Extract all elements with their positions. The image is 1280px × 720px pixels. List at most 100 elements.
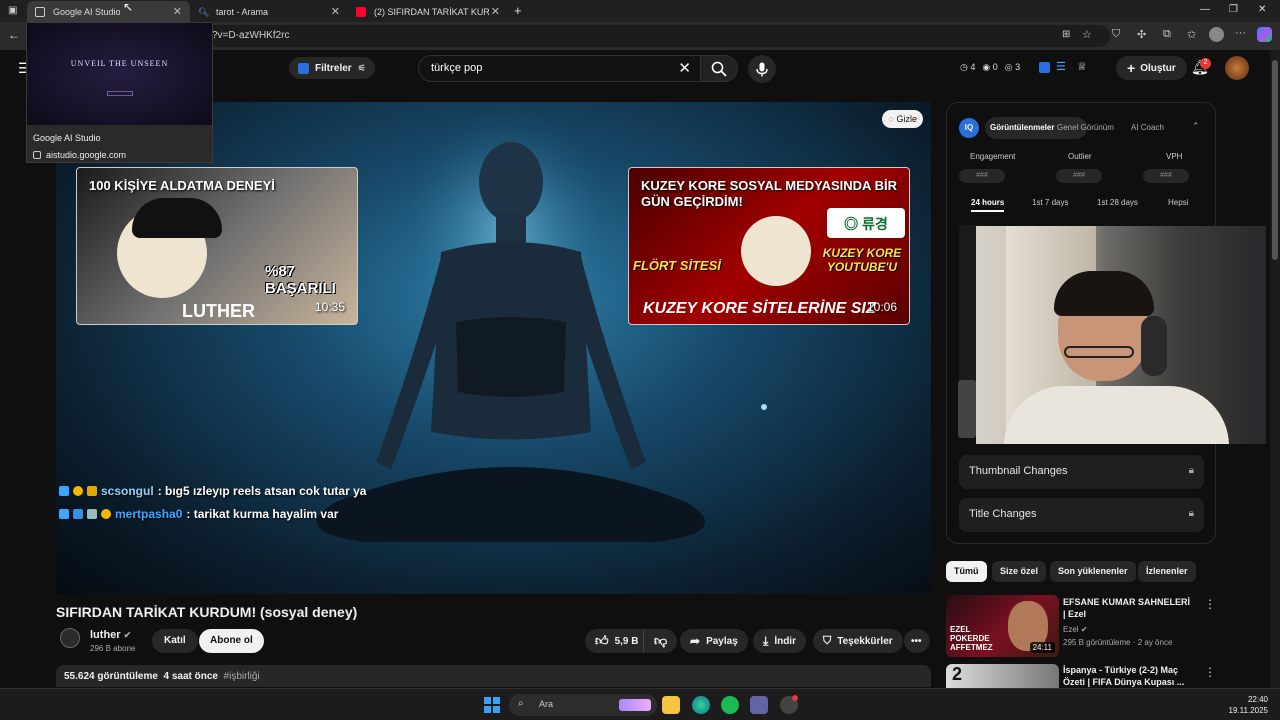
thumbs-down-icon: 👎︎ <box>654 633 668 648</box>
video-player[interactable]: 100 KİŞİYE ALDATMA DENEYİ %87 BAŞARILI L… <box>56 102 931 594</box>
title-changes-locked[interactable]: Title Changes 🔒︎ <box>959 498 1204 532</box>
thumbnail-text: 2 <box>952 664 963 684</box>
maximize-icon[interactable]: ❐ <box>1229 4 1238 15</box>
close-window-icon[interactable]: ✕ <box>1258 4 1266 15</box>
search-icon <box>711 61 727 77</box>
teams-icon[interactable] <box>750 696 768 714</box>
chip-for-you[interactable]: Size özel <box>992 561 1047 582</box>
hide-endcards-button[interactable]: ◌ Gizle <box>882 110 923 128</box>
verified-check-icon: ✔ <box>123 630 132 640</box>
tab-google-ai-studio[interactable]: Google AI Studio ✕ <box>27 1 190 22</box>
endcard-left-text: FLÖRT SİTESİ <box>633 258 721 273</box>
share-label: Paylaş <box>706 635 738 647</box>
collapse-chevron-icon[interactable]: ⌃ <box>1192 121 1200 132</box>
range-24h[interactable]: 24 hours <box>971 198 1005 212</box>
voice-search-button[interactable] <box>748 55 776 83</box>
close-tab-icon[interactable]: ✕ <box>331 5 340 18</box>
channel-name[interactable]: luther ✔ <box>90 629 131 641</box>
favorite-star-icon[interactable]: ☆ <box>1082 28 1092 41</box>
extension-icon[interactable]: ✣ <box>1137 28 1146 41</box>
file-explorer-icon[interactable] <box>662 696 680 714</box>
more-actions-button[interactable]: ••• <box>904 629 930 653</box>
related-video-thumbnail[interactable]: EZEL POKERDE AFFETMEZ 24:11 <box>946 595 1059 657</box>
filters-button[interactable]: Filtreler ⚟ <box>289 57 375 79</box>
tab-tarot-search[interactable]: 🔍︎ tarot - Arama ✕ <box>190 1 348 22</box>
endcard-duration: 10:35 <box>314 300 345 314</box>
ai-studio-favicon-icon <box>35 6 45 17</box>
hashtag[interactable]: #işbirliği <box>224 671 260 682</box>
vidiq-panel-logo-icon: IQ <box>959 118 979 138</box>
endcard-right-text: KUZEY KORE YOUTUBE'U <box>822 246 902 274</box>
list-icon[interactable]: ☰ <box>1056 60 1066 73</box>
app-icon[interactable]: ⊞ <box>1062 29 1070 40</box>
range-all[interactable]: Hepsi <box>1168 198 1188 207</box>
more-menu-icon[interactable]: ··· <box>1235 27 1246 39</box>
metric-vph-label: VPH <box>1166 152 1183 161</box>
vidiq-logo-icon[interactable] <box>1039 62 1050 73</box>
chat-message-2: mertpasha0 : tarikat kurma hayalim var <box>59 507 338 521</box>
trophy-icon[interactable]: ♕ <box>1077 60 1087 73</box>
channel-avatar[interactable] <box>60 628 80 648</box>
download-icon: ⤓ <box>763 633 769 648</box>
related-title[interactable]: EFSANE KUMAR SAHNELERİ | Ezel <box>1063 596 1193 620</box>
tab-ai-coach[interactable]: AI Coach <box>1131 123 1164 132</box>
related-channel[interactable]: Ezel ✔ <box>1063 625 1088 634</box>
search-button[interactable] <box>700 55 738 82</box>
search-input[interactable]: türkçe pop ✕ <box>418 55 702 82</box>
more-vert-icon[interactable]: ⋮ <box>1204 665 1216 679</box>
tab-youtube-video[interactable]: (2) SIFIRDAN TARİKAT KURDUM! (sos ✕ <box>348 1 508 22</box>
favorites-icon[interactable]: ✩ <box>1187 28 1196 41</box>
range-7d[interactable]: 1st 7 days <box>1032 198 1068 207</box>
chip-recent[interactable]: Son yüklenenler <box>1050 561 1136 582</box>
tab-views[interactable]: Görüntülenmeler <box>990 123 1054 132</box>
tab-overview[interactable]: Genel Görünüm <box>1057 123 1114 132</box>
clear-search-icon[interactable]: ✕ <box>678 59 691 77</box>
profile-avatar[interactable] <box>1209 27 1224 42</box>
account-avatar[interactable] <box>1225 56 1249 80</box>
download-button[interactable]: ⤓ İndir <box>753 629 806 653</box>
endcard-video-2[interactable]: ◎ 류경 KUZEY KORE SOSYAL MEDYASINDA BİR GÜ… <box>628 167 910 325</box>
view-count: 55.624 görüntüleme <box>64 671 158 682</box>
chip-watched[interactable]: İzlenenler <box>1138 561 1196 582</box>
like-button[interactable]: 👍︎ 5,9 B <box>585 629 649 653</box>
shield-extension-icon[interactable]: ⛉ <box>1112 28 1120 41</box>
thanks-button[interactable]: ⛉ Teşekkürler <box>813 629 903 653</box>
tab-actions-icon[interactable]: ▣ <box>8 5 17 16</box>
new-tab-icon[interactable]: + <box>514 3 522 18</box>
scrollbar-thumb[interactable] <box>1272 60 1278 260</box>
create-button[interactable]: + Oluştur <box>1116 56 1187 80</box>
description-box[interactable]: 55.624 görüntüleme 4 saat önce #işbirliğ… <box>56 665 931 687</box>
system-clock[interactable]: 22:40 19.11.2025 <box>1229 694 1268 716</box>
video-title: SIFIRDAN TARİKAT KURDUM! (sosyal deney) <box>56 604 358 620</box>
dislike-button[interactable]: 👎︎ <box>643 629 678 653</box>
join-button[interactable]: Katıl <box>152 629 198 653</box>
thumbnail-changes-locked[interactable]: Thumbnail Changes 🔒︎ <box>959 455 1204 489</box>
clock-stat: ◷ 4 <box>960 62 976 72</box>
vidiq-icon <box>298 62 309 74</box>
back-icon[interactable]: ← <box>8 28 20 42</box>
edge-browser-icon[interactable] <box>692 696 710 714</box>
taskbar-search[interactable]: ⌕ Ara <box>509 694 657 716</box>
windows-start-icon[interactable] <box>484 697 500 713</box>
chip-all[interactable]: Tümü <box>946 561 987 582</box>
split-screen-icon[interactable]: ⧉ <box>1163 28 1171 41</box>
locked-label: Thumbnail Changes <box>969 465 1068 477</box>
subscribe-button[interactable]: Abone ol <box>199 629 264 653</box>
url-field[interactable]: ?v=D-azWHKf2rc <box>200 25 1110 47</box>
copilot-icon[interactable] <box>1257 27 1272 42</box>
range-28d[interactable]: 1st 28 days <box>1097 198 1138 207</box>
chat-badge-icon <box>59 509 69 519</box>
close-tab-icon[interactable]: ✕ <box>173 5 182 18</box>
related-title[interactable]: İspanya - Türkiye (2-2) Maç Özeti | FIFA… <box>1063 664 1193 688</box>
more-vert-icon[interactable]: ⋮ <box>1204 597 1216 611</box>
minimize-icon[interactable]: — <box>1200 4 1210 15</box>
spotify-icon[interactable] <box>721 696 739 714</box>
close-tab-icon[interactable]: ✕ <box>491 5 500 18</box>
share-button[interactable]: ➦ Paylaş <box>680 629 748 653</box>
related-video-thumbnail[interactable]: 2 <box>946 664 1059 688</box>
page-scrollbar[interactable] <box>1270 50 1280 688</box>
tab-label: Google AI Studio <box>53 6 121 17</box>
tab-label: tarot - Arama <box>216 6 269 17</box>
other-stat: ◎ 3 <box>1004 62 1021 72</box>
endcard-video-1[interactable]: 100 KİŞİYE ALDATMA DENEYİ %87 BAŞARILI L… <box>76 167 358 325</box>
